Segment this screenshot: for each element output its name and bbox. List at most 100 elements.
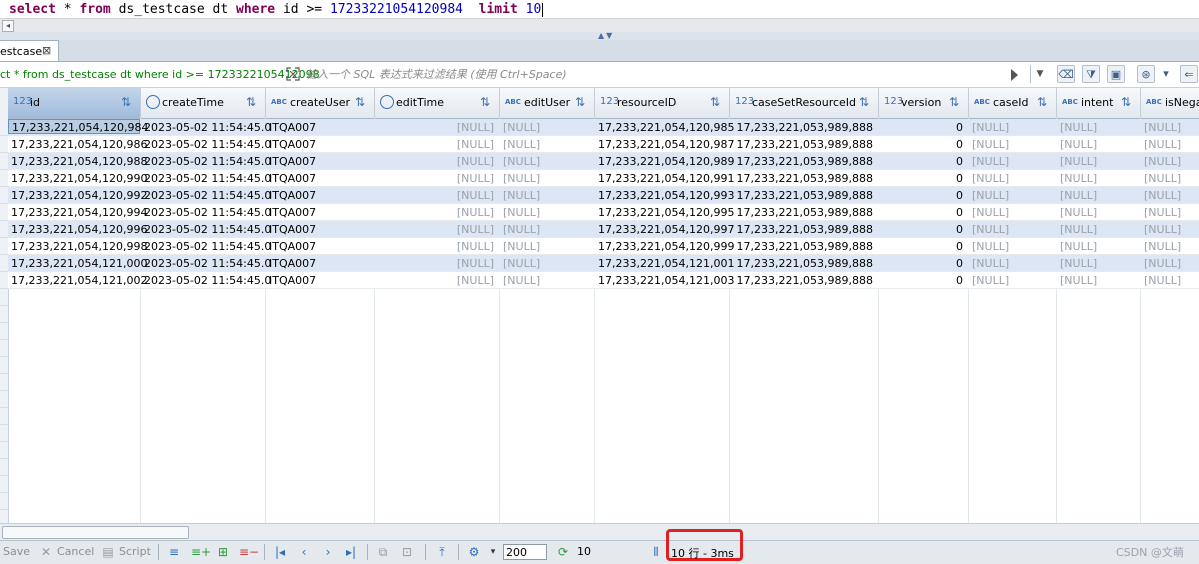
table-cell[interactable]: [NULL] [972,257,1009,270]
table-cell[interactable]: [NULL] [1144,138,1181,151]
table-row[interactable]: 17,233,221,054,120,990 2023-05-02 11:54:4… [8,170,1199,187]
table-cell[interactable]: [NULL] [378,240,494,253]
table-cell[interactable]: [NULL] [378,172,494,185]
table-cell[interactable]: [NULL] [378,121,494,134]
row-header[interactable] [0,221,8,238]
table-cell[interactable]: [NULL] [972,274,1009,287]
column-filter-icon[interactable]: ⇅ [859,95,869,109]
apply-filter-icon[interactable] [1011,69,1018,81]
table-cell[interactable]: 17,233,221,053,989,888 [733,240,873,253]
table-cell[interactable]: 17,233,221,053,989,888 [733,257,873,270]
row-header[interactable] [0,119,8,136]
row-header[interactable] [0,187,8,204]
column-header-isNega[interactable]: ABC isNega [1141,88,1199,118]
column-header-version[interactable]: 123 version ⇅ [879,88,969,118]
column-filter-icon[interactable]: ⇅ [121,95,131,109]
row-header[interactable] [0,204,8,221]
column-header-editUser[interactable]: ABC editUser ⇅ [500,88,595,118]
row-header[interactable] [0,289,8,306]
table-cell[interactable]: [NULL] [503,257,540,270]
table-cell[interactable]: [NULL] [1060,138,1097,151]
table-cell[interactable]: 17,233,221,053,989,888 [733,155,873,168]
row-header[interactable] [0,374,8,391]
table-cell[interactable]: [NULL] [503,121,540,134]
column-filter-icon[interactable]: ⇅ [1037,95,1047,109]
table-row[interactable]: 17,233,221,054,120,994 2023-05-02 11:54:4… [8,204,1199,221]
table-cell[interactable]: [NULL] [378,223,494,236]
table-cell[interactable]: 17,233,221,054,120,986 [11,138,147,151]
table-cell[interactable]: 2023-05-02 11:54:45.0 [144,206,271,219]
table-cell[interactable]: [NULL] [1144,206,1181,219]
table-cell[interactable]: 17,233,221,053,989,888 [733,223,873,236]
scroll-thumb[interactable] [2,526,189,539]
grid-horizontal-scrollbar[interactable] [0,523,1199,540]
table-cell[interactable]: 0 [882,206,963,219]
copy-row-icon[interactable]: ⊞ [215,545,231,559]
collapse-arrows-icon[interactable]: ▲▼ [598,31,614,40]
table-cell[interactable]: [NULL] [503,172,540,185]
table-cell[interactable]: [NULL] [378,155,494,168]
table-cell[interactable]: 17,233,221,054,121,002 [11,274,147,287]
table-cell[interactable]: 0 [882,240,963,253]
table-cell[interactable]: [NULL] [378,189,494,202]
export-icon[interactable]: ⤒ [434,545,450,559]
table-cell[interactable]: 17,233,221,053,989,888 [733,189,873,202]
column-header-caseId[interactable]: ABC caseId ⇅ [969,88,1057,118]
table-cell[interactable]: 17,233,221,053,989,888 [733,274,873,287]
table-cell[interactable]: [NULL] [1060,223,1097,236]
table-cell[interactable]: [NULL] [1060,172,1097,185]
expand-icon[interactable] [286,67,300,81]
table-cell[interactable]: [NULL] [1060,274,1097,287]
table-cell[interactable]: [NULL] [1144,121,1181,134]
column-header-createTime[interactable]: createTime ⇅ [141,88,266,118]
row-header[interactable] [0,170,8,187]
table-cell[interactable]: 0 [882,172,963,185]
link-icon[interactable]: ⊛ [1137,65,1155,83]
columns-icon[interactable]: ⫴ [648,545,664,559]
edit-row-icon[interactable]: ≡ [166,545,182,559]
table-cell[interactable]: [NULL] [503,138,540,151]
table-cell[interactable]: [NULL] [1060,206,1097,219]
table-cell[interactable]: 17,233,221,054,120,995 [598,206,734,219]
table-cell[interactable]: 17,233,221,053,989,888 [733,121,873,134]
table-row[interactable]: 17,233,221,054,120,986 2023-05-02 11:54:4… [8,136,1199,153]
delete-row-icon[interactable]: ≡− [239,545,259,559]
row-header[interactable] [0,442,8,459]
table-cell[interactable]: [NULL] [503,274,540,287]
table-cell[interactable]: [NULL] [972,240,1009,253]
table-cell[interactable]: [NULL] [1144,257,1181,270]
table-cell[interactable]: ITQA007 [269,240,316,253]
column-filter-icon[interactable]: ⇅ [355,95,365,109]
table-cell[interactable]: 17,233,221,053,989,888 [733,172,873,185]
funnel-icon[interactable]: ⧩ [1082,65,1100,83]
table-row[interactable]: 17,233,221,054,121,000 2023-05-02 11:54:4… [8,255,1199,272]
close-icon[interactable]: ⊠ [42,44,51,57]
column-filter-icon[interactable]: ⇅ [949,95,959,109]
table-cell[interactable]: [NULL] [503,155,540,168]
table-cell[interactable]: 17,233,221,053,989,888 [733,206,873,219]
column-header-resourceID[interactable]: 123 resourceID ⇅ [595,88,730,118]
table-cell[interactable]: 2023-05-02 11:54:45.0 [144,223,271,236]
table-cell[interactable]: [NULL] [503,206,540,219]
table-cell[interactable]: 17,233,221,054,121,000 [11,257,147,270]
column-filter-icon[interactable]: ⇅ [480,95,490,109]
table-cell[interactable]: [NULL] [972,223,1009,236]
row-header[interactable] [0,408,8,425]
table-cell[interactable]: 17,233,221,054,120,991 [598,172,734,185]
table-cell[interactable]: 17,233,221,054,120,987 [598,138,734,151]
row-header[interactable] [0,425,8,442]
table-cell[interactable]: 17,233,221,054,120,984 [8,119,148,134]
table-row[interactable]: 17,233,221,054,120,984 2023-05-02 11:54:4… [8,119,1199,136]
table-cell[interactable]: [NULL] [378,138,494,151]
refresh-icon[interactable]: ⟳ [555,545,571,559]
table-cell[interactable]: ITQA007 [269,257,316,270]
table-cell[interactable]: [NULL] [1060,257,1097,270]
scroll-left-icon[interactable]: ◂ [2,20,14,32]
last-page-icon[interactable]: ▸| [343,545,359,559]
table-cell[interactable]: 0 [882,189,963,202]
table-cell[interactable]: 17,233,221,054,120,999 [598,240,734,253]
panel-icon[interactable]: ⊡ [399,545,415,559]
table-cell[interactable]: 17,233,221,054,120,994 [11,206,147,219]
table-cell[interactable]: 2023-05-02 11:54:45.0 [144,274,271,287]
gear-icon[interactable]: ⚙ [466,545,482,559]
